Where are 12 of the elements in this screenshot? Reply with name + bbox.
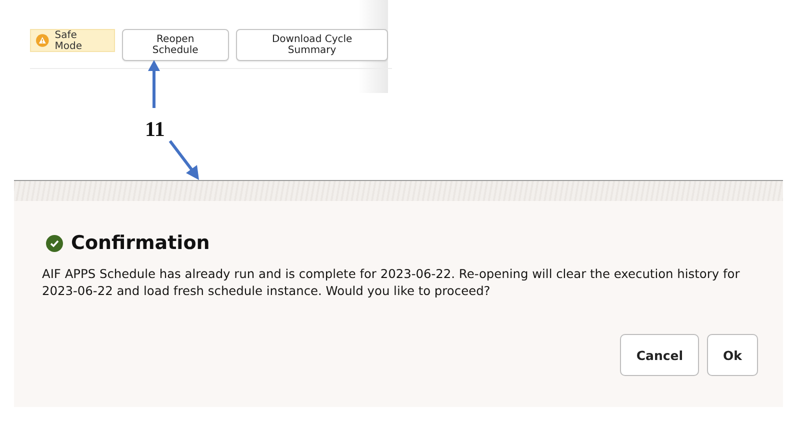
- check-icon: [46, 234, 63, 252]
- warning-icon: [36, 34, 49, 47]
- annotation-arrow: [168, 140, 200, 180]
- dialog-button[interactable]: Cancel: [620, 334, 700, 376]
- safe-mode-badge: Safe Mode: [30, 29, 115, 52]
- dialog-title: Confirmation: [71, 232, 210, 254]
- dialog-message: AIF APPS Schedule has already run and is complete for 2023-06-22. Re-opening will clear the execution history for 2023-06-22 and load fresh schedule instance. Would you like to proceed?: [42, 266, 741, 300]
- annotation-arrow: [148, 60, 160, 108]
- toolbar-button[interactable]: Reopen Schedule: [122, 29, 230, 61]
- dialog-button[interactable]: Ok: [707, 334, 758, 376]
- annotation-label: 11: [145, 117, 165, 142]
- toolbar-button[interactable]: Download Cycle Summary: [236, 29, 388, 61]
